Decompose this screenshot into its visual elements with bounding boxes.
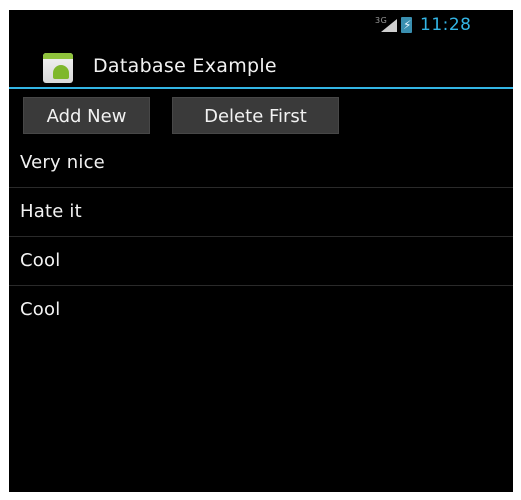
action-bar-divider — [9, 87, 513, 89]
app-title: Database Example — [93, 55, 277, 77]
list-item[interactable]: Very nice — [9, 139, 513, 188]
app-launcher-icon[interactable] — [43, 53, 73, 83]
status-bar: 3G ⚡ 11:28 — [9, 10, 513, 39]
signal-icon — [381, 19, 397, 32]
list-item[interactable]: Cool — [9, 286, 513, 335]
list-item[interactable]: Cool — [9, 237, 513, 286]
battery-charging-icon: ⚡ — [401, 17, 412, 33]
comments-list: Very nice Hate it Cool Cool — [9, 139, 513, 335]
list-item[interactable]: Hate it — [9, 188, 513, 237]
status-clock: 11:28 — [420, 15, 472, 35]
add-new-button[interactable]: Add New — [23, 97, 150, 134]
action-bar: Database Example — [9, 39, 513, 87]
app-screen: 3G ⚡ 11:28 Database Example Add New Dele… — [9, 10, 513, 492]
delete-first-button[interactable]: Delete First — [172, 97, 339, 134]
